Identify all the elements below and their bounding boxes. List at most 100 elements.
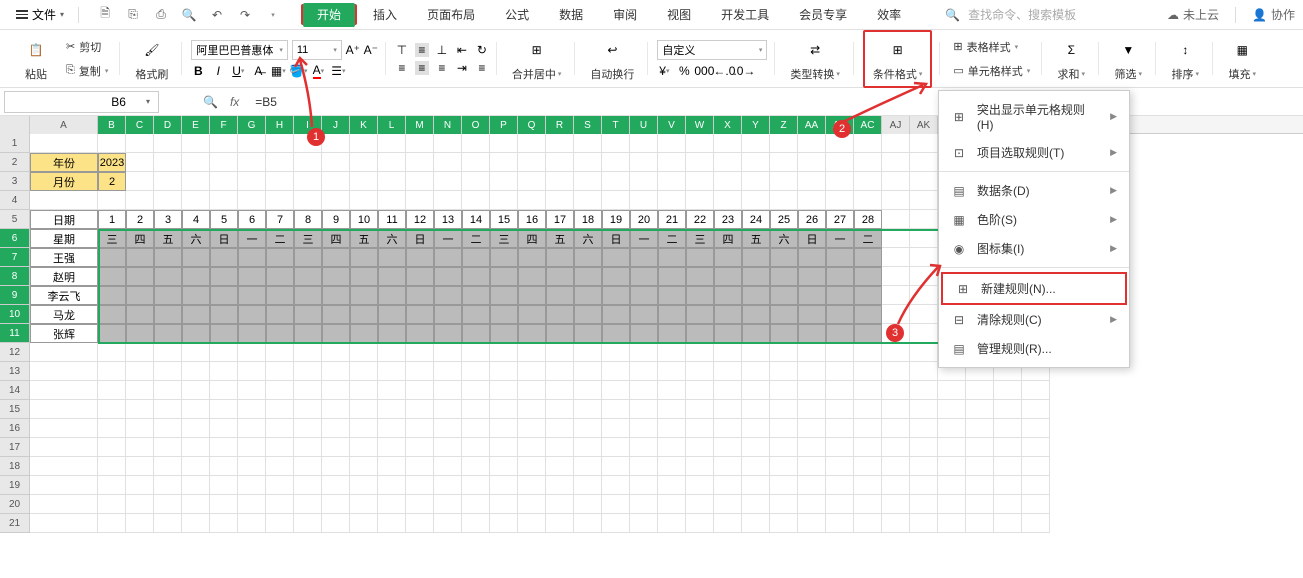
cell[interactable] [210, 172, 238, 191]
col-header-W[interactable]: W [686, 116, 714, 134]
cell[interactable] [1022, 476, 1050, 495]
cell[interactable] [406, 134, 434, 153]
cell[interactable]: 22 [686, 210, 714, 229]
cell[interactable] [854, 343, 882, 362]
cell[interactable] [490, 419, 518, 438]
cell[interactable] [882, 362, 910, 381]
cell[interactable] [882, 210, 910, 229]
tab-data[interactable]: 数据 [545, 1, 597, 28]
cell[interactable] [658, 153, 686, 172]
cell[interactable] [826, 153, 854, 172]
cell[interactable] [994, 400, 1022, 419]
cell[interactable]: 二 [462, 229, 490, 248]
cell[interactable] [266, 248, 294, 267]
cell[interactable] [490, 476, 518, 495]
cell[interactable] [210, 400, 238, 419]
cell[interactable] [630, 286, 658, 305]
cell[interactable] [1022, 400, 1050, 419]
cell[interactable] [434, 419, 462, 438]
cell[interactable] [714, 172, 742, 191]
cell[interactable] [686, 286, 714, 305]
cell[interactable] [826, 286, 854, 305]
cell[interactable] [406, 419, 434, 438]
cell[interactable] [462, 134, 490, 153]
cell[interactable] [742, 305, 770, 324]
col-header-AJ[interactable]: AJ [882, 116, 910, 134]
cell[interactable] [910, 286, 938, 305]
row-header-1[interactable]: 1 [0, 134, 30, 153]
col-header-AK[interactable]: AK [910, 116, 938, 134]
search-box[interactable]: 🔍 查找命令、搜索模板 [945, 6, 1076, 23]
cell[interactable] [126, 172, 154, 191]
cell[interactable] [322, 172, 350, 191]
cell[interactable] [910, 229, 938, 248]
cell[interactable] [630, 495, 658, 514]
cell[interactable] [518, 457, 546, 476]
cell[interactable] [714, 286, 742, 305]
formula-input[interactable]: =B5 [255, 95, 277, 109]
cell[interactable] [434, 248, 462, 267]
cell[interactable] [882, 153, 910, 172]
cell[interactable] [182, 457, 210, 476]
row-header-19[interactable]: 19 [0, 476, 30, 495]
cell[interactable] [854, 248, 882, 267]
cell[interactable] [350, 305, 378, 324]
cell[interactable] [938, 457, 966, 476]
cell[interactable] [294, 362, 322, 381]
cell[interactable] [574, 438, 602, 457]
cell[interactable] [434, 495, 462, 514]
cell[interactable] [882, 134, 910, 153]
cell[interactable] [322, 381, 350, 400]
cell[interactable] [462, 286, 490, 305]
cell[interactable] [238, 400, 266, 419]
cell[interactable] [798, 362, 826, 381]
cell[interactable]: 李云飞 [30, 286, 98, 305]
cell[interactable]: 13 [434, 210, 462, 229]
cell[interactable] [238, 267, 266, 286]
cell[interactable] [770, 419, 798, 438]
print-preview-icon[interactable]: 🔍 [181, 7, 197, 23]
cell[interactable] [182, 153, 210, 172]
cell[interactable] [490, 362, 518, 381]
cell[interactable] [658, 191, 686, 210]
format-painter-button[interactable]: 🖌 格式刷 [129, 34, 174, 84]
cell[interactable] [154, 153, 182, 172]
cell[interactable] [826, 267, 854, 286]
cell[interactable] [350, 191, 378, 210]
cell[interactable]: 18 [574, 210, 602, 229]
cell[interactable] [126, 267, 154, 286]
cell[interactable] [742, 419, 770, 438]
decrease-decimal-icon[interactable]: .0→ [737, 64, 751, 78]
cell[interactable] [882, 248, 910, 267]
cell[interactable]: 星期 [30, 229, 98, 248]
cell[interactable] [966, 495, 994, 514]
menu-item-5[interactable]: ⊞新建规则(N)... [941, 272, 1127, 305]
cell[interactable] [126, 248, 154, 267]
cell[interactable] [658, 286, 686, 305]
cell[interactable] [238, 305, 266, 324]
cell[interactable] [938, 514, 966, 533]
cell[interactable] [882, 457, 910, 476]
cell[interactable] [574, 172, 602, 191]
col-header-V[interactable]: V [658, 116, 686, 134]
cell[interactable] [266, 343, 294, 362]
cell[interactable] [686, 495, 714, 514]
cell[interactable] [406, 400, 434, 419]
cell[interactable] [126, 324, 154, 343]
merge-center-button[interactable]: ⊞ 合并居中▾ [506, 34, 568, 84]
cell[interactable]: 五 [350, 229, 378, 248]
cell[interactable] [854, 362, 882, 381]
cell[interactable] [854, 172, 882, 191]
cell[interactable] [910, 134, 938, 153]
cell[interactable] [434, 286, 462, 305]
cell[interactable] [322, 305, 350, 324]
cell[interactable] [826, 476, 854, 495]
cell[interactable] [462, 381, 490, 400]
cell[interactable] [490, 286, 518, 305]
cell[interactable]: 27 [826, 210, 854, 229]
cell[interactable]: 日 [798, 229, 826, 248]
cell[interactable] [238, 286, 266, 305]
cell[interactable] [658, 172, 686, 191]
cell[interactable] [882, 495, 910, 514]
cell[interactable] [742, 267, 770, 286]
